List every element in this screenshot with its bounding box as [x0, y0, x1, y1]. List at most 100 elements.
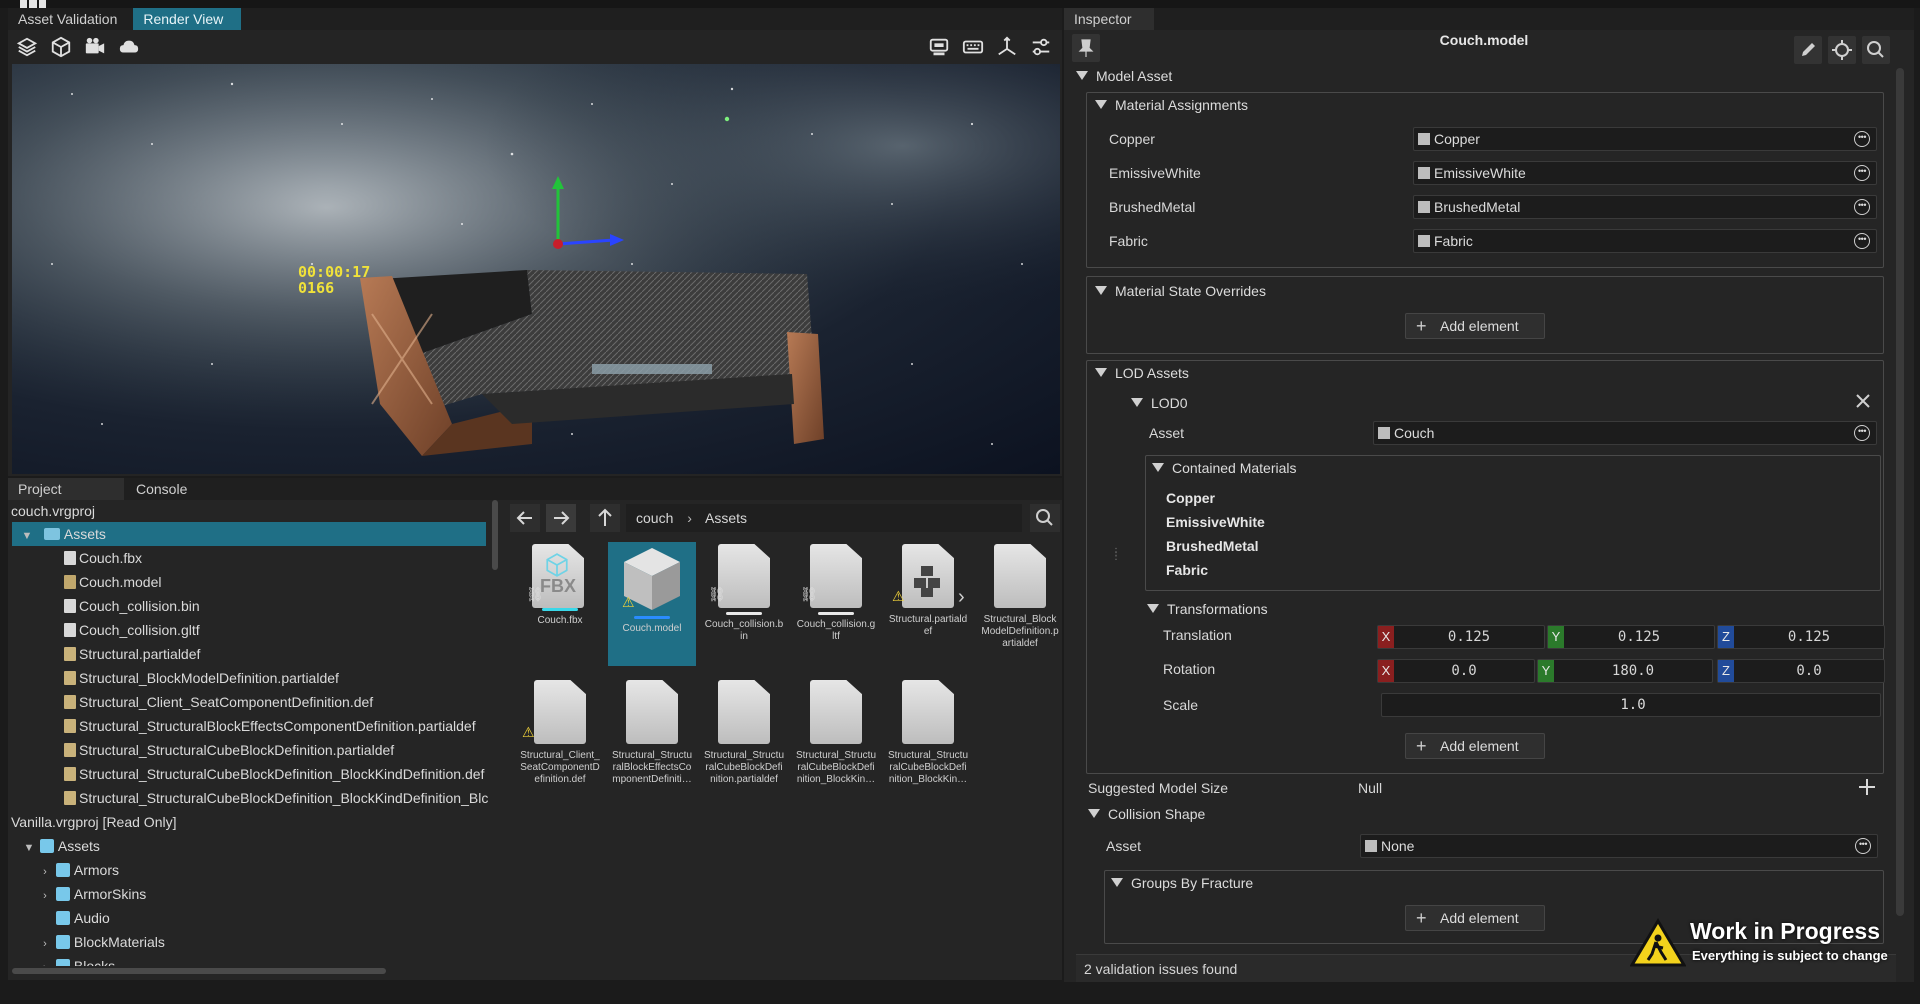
- edit-button[interactable]: [1794, 36, 1822, 64]
- drag-handle-icon[interactable]: ⋮ ⋮: [1111, 548, 1121, 562]
- more-options-icon[interactable]: •••: [1854, 199, 1870, 215]
- tree-file[interactable]: Structural_Client_SeatComponentDefinitio…: [8, 690, 496, 714]
- breadcrumb-couch[interactable]: couch: [636, 510, 673, 526]
- tree-file[interactable]: Structural.partialdef: [8, 642, 496, 666]
- asset-tile[interactable]: FBX ⛓ Couch.fbx: [516, 544, 604, 627]
- asset-tile[interactable]: Structural_Structu ralCubeBlockDefi niti…: [700, 680, 788, 786]
- more-options-icon[interactable]: •••: [1854, 165, 1870, 181]
- forward-button[interactable]: [546, 504, 576, 532]
- chevron-right-icon[interactable]: ›: [38, 884, 52, 908]
- lod-assets-header[interactable]: LOD Assets: [1095, 365, 1189, 381]
- tree-folder[interactable]: › Armors: [8, 858, 496, 882]
- collapse-triangle-icon[interactable]: [1152, 463, 1164, 472]
- inspector-search-button[interactable]: [1862, 36, 1890, 64]
- app-grid-icon[interactable]: [20, 0, 46, 8]
- collapse-triangle-icon[interactable]: [1095, 286, 1107, 295]
- collapse-triangle-icon[interactable]: [1111, 878, 1123, 887]
- collision-asset-field[interactable]: None •••: [1360, 834, 1878, 858]
- lod-asset-field[interactable]: Couch •••: [1373, 421, 1877, 445]
- tree-vertical-scrollbar[interactable]: [492, 500, 498, 570]
- render-settings-icon[interactable]: [924, 32, 954, 62]
- rotation-z-field[interactable]: Z 0.0: [1717, 659, 1885, 683]
- tree-file[interactable]: Couch_collision.bin: [8, 594, 496, 618]
- layers-icon[interactable]: [12, 32, 42, 62]
- remove-lod-button[interactable]: [1853, 391, 1873, 411]
- translation-x-field[interactable]: X 0.125: [1377, 625, 1545, 649]
- material-field-copper[interactable]: Copper •••: [1413, 127, 1877, 151]
- tree-vanilla-root[interactable]: Vanilla.vrgproj [Read Only]: [8, 810, 496, 834]
- transformations-header[interactable]: Transformations: [1147, 601, 1268, 617]
- tree-file[interactable]: Structural_StructuralCubeBlockDefinition…: [8, 762, 496, 786]
- search-button[interactable]: [1030, 504, 1060, 532]
- material-assignments-header[interactable]: Material Assignments: [1095, 97, 1248, 113]
- sliders-icon[interactable]: [1026, 32, 1056, 62]
- cube-icon[interactable]: [46, 32, 76, 62]
- tree-file[interactable]: Couch_collision.gltf: [8, 618, 496, 642]
- collapse-triangle-icon[interactable]: [1088, 809, 1100, 818]
- asset-tile[interactable]: Structural_Structu ralCubeBlockDefi niti…: [792, 680, 880, 786]
- collapse-triangle-icon[interactable]: [1131, 398, 1143, 407]
- add-model-size-button[interactable]: [1856, 776, 1878, 798]
- material-field-fabric[interactable]: Fabric •••: [1413, 229, 1877, 253]
- chevron-right-icon[interactable]: ›: [38, 956, 52, 966]
- 3d-viewport[interactable]: 00:00:17 0166: [12, 64, 1060, 474]
- tab-asset-validation[interactable]: Asset Validation: [8, 8, 127, 30]
- cloud-icon[interactable]: [114, 32, 144, 62]
- collapse-triangle-icon[interactable]: [1095, 368, 1107, 377]
- material-field-emissivewhite[interactable]: EmissiveWhite •••: [1413, 161, 1877, 185]
- asset-tile[interactable]: ⚠ Structural_Client_ SeatComponentD efin…: [516, 680, 604, 786]
- collapse-triangle-icon[interactable]: [1076, 71, 1088, 80]
- contained-materials-header[interactable]: Contained Materials: [1152, 460, 1297, 476]
- asset-tile[interactable]: ⛓ Couch_collision.g ltf: [792, 544, 880, 643]
- tree-root[interactable]: couch.vrgproj: [8, 500, 496, 522]
- tab-inspector[interactable]: Inspector: [1064, 8, 1154, 30]
- tree-file[interactable]: Structural_BlockModelDefinition.partiald…: [8, 666, 496, 690]
- translation-z-field[interactable]: Z 0.125: [1717, 625, 1885, 649]
- add-element-button[interactable]: + Add element: [1405, 905, 1545, 931]
- tree-file[interactable]: Structural_StructuralBlockEffectsCompone…: [8, 714, 496, 738]
- locate-button[interactable]: [1828, 36, 1856, 64]
- model-asset-header[interactable]: Model Asset: [1076, 68, 1172, 84]
- tree-folder[interactable]: › Blocks: [8, 954, 496, 966]
- tree-file[interactable]: Structural_StructuralCubeBlockDefinition…: [8, 738, 496, 762]
- tree-vanilla-assets[interactable]: ▼ Assets: [8, 834, 496, 858]
- asset-tile[interactable]: Structural_Block ModelDefinition.p artia…: [976, 544, 1064, 650]
- breadcrumb-assets[interactable]: Assets: [705, 510, 747, 526]
- rotation-y-field[interactable]: Y 180.0: [1537, 659, 1713, 683]
- material-field-brushedmetal[interactable]: BrushedMetal •••: [1413, 195, 1877, 219]
- rotation-x-field[interactable]: X 0.0: [1377, 659, 1535, 683]
- add-element-button[interactable]: + Add element: [1405, 313, 1545, 339]
- tree-folder[interactable]: › BlockMaterials: [8, 930, 496, 954]
- chevron-right-icon[interactable]: ›: [38, 932, 52, 956]
- keyboard-icon[interactable]: [958, 32, 988, 62]
- more-options-icon[interactable]: •••: [1854, 233, 1870, 249]
- material-state-overrides-header[interactable]: Material State Overrides: [1095, 283, 1266, 299]
- tab-render-view[interactable]: Render View: [133, 8, 242, 30]
- asset-tile-selected[interactable]: ⚠ Couch.model: [608, 542, 696, 666]
- asset-tile[interactable]: Structural_Structu ralCubeBlockDefi niti…: [884, 680, 972, 786]
- more-options-icon[interactable]: •••: [1854, 131, 1870, 147]
- up-button[interactable]: [590, 504, 620, 532]
- tree-folder[interactable]: Audio: [8, 906, 496, 930]
- tab-console[interactable]: Console: [126, 478, 197, 500]
- tree-file[interactable]: Couch.model: [8, 570, 496, 594]
- tree-horizontal-scrollbar[interactable]: [12, 968, 386, 974]
- scale-field[interactable]: 1.0: [1381, 693, 1881, 717]
- gizmo-icon[interactable]: [992, 32, 1022, 62]
- chevron-down-icon[interactable]: ▼: [20, 524, 34, 548]
- tree-file[interactable]: Structural_StructuralCubeBlockDefinition…: [8, 786, 496, 810]
- groups-by-fracture-header[interactable]: Groups By Fracture: [1111, 875, 1253, 891]
- add-element-button[interactable]: + Add element: [1405, 733, 1545, 759]
- tree-file[interactable]: Couch.fbx: [8, 546, 496, 570]
- chevron-right-icon[interactable]: ›: [958, 586, 965, 609]
- tree-folder[interactable]: › ArmorSkins: [8, 882, 496, 906]
- lod0-header[interactable]: LOD0: [1131, 395, 1188, 411]
- collapse-triangle-icon[interactable]: [1147, 604, 1159, 613]
- tree-assets-selected[interactable]: ▼ Assets: [12, 522, 486, 546]
- asset-tile[interactable]: Structural_Structu ralBlockEffectsCo mpo…: [608, 680, 696, 786]
- inspector-scrollbar[interactable]: [1896, 68, 1904, 916]
- translation-y-field[interactable]: Y 0.125: [1547, 625, 1715, 649]
- more-options-icon[interactable]: •••: [1855, 838, 1871, 854]
- chevron-down-icon[interactable]: ▼: [22, 836, 36, 860]
- collision-shape-header[interactable]: Collision Shape: [1088, 806, 1205, 822]
